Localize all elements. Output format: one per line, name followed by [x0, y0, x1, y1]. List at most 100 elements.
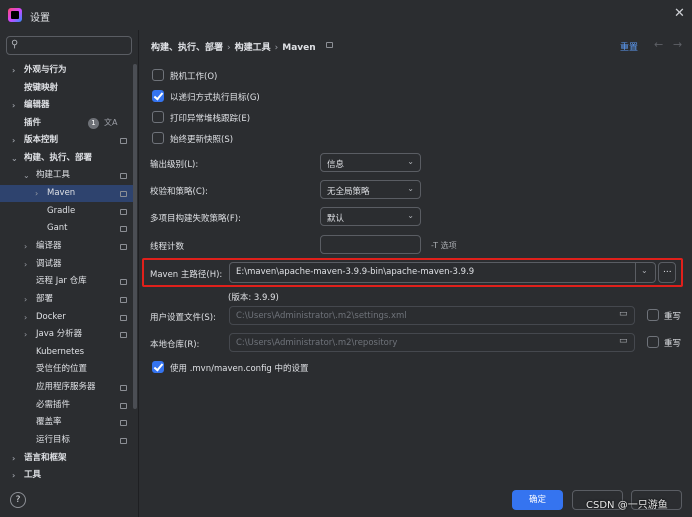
chevron-right-icon[interactable]: › — [24, 238, 27, 255]
breadcrumb-separator: › — [227, 43, 231, 53]
breadcrumb-build-tools[interactable]: 构建工具 — [235, 43, 271, 53]
sidebar-item-16[interactable]: Kubernetes — [0, 344, 137, 361]
sidebar-item-18[interactable]: 应用程序服务器 — [0, 379, 137, 396]
project-scope-icon — [120, 226, 127, 232]
sidebar-item-8[interactable]: Gradle — [0, 203, 137, 220]
sidebar-item-label: 插件 — [24, 118, 42, 128]
output-level-select[interactable]: 信息 ⌄ — [320, 153, 421, 172]
threads-input[interactable] — [320, 235, 421, 254]
project-scope-icon — [120, 138, 127, 144]
folder-icon[interactable]: ▭ — [619, 336, 628, 346]
close-icon[interactable]: ✕ — [674, 6, 685, 21]
user-settings-label: 用户设置文件(S): — [150, 313, 216, 323]
override-settings-label: 重写 — [664, 312, 682, 322]
sidebar-item-label: Docker — [36, 312, 66, 322]
sidebar-item-label: 必需插件 — [36, 400, 71, 410]
always-update-label: 始终更新快照(S) — [170, 135, 234, 145]
project-scope-icon — [120, 297, 127, 303]
sidebar-item-21[interactable]: 运行目标 — [0, 432, 137, 449]
sidebar-item-12[interactable]: 远程 Jar 仓库 — [0, 273, 137, 290]
sidebar-item-6[interactable]: ⌄ 构建工具 — [0, 167, 137, 184]
chevron-right-icon[interactable]: › — [12, 132, 15, 149]
sidebar-item-label: Gant — [47, 223, 68, 233]
sidebar-item-label: 外观与行为 — [24, 65, 67, 75]
chevron-down-icon: ⌄ — [407, 211, 414, 220]
sidebar-item-label: 部署 — [36, 294, 54, 304]
project-scope-icon — [120, 209, 127, 215]
sidebar-item-label: 调试器 — [36, 259, 62, 269]
checksum-value: 无全局策略 — [327, 187, 370, 197]
search-icon: ⚲ — [11, 39, 19, 50]
sidebar-item-17[interactable]: 受信任的位置 — [0, 361, 137, 378]
chevron-right-icon[interactable]: › — [12, 62, 15, 79]
sidebar-item-4[interactable]: › 版本控制 — [0, 132, 137, 149]
use-mvn-config-checkbox[interactable] — [152, 361, 164, 373]
project-scope-icon — [326, 42, 333, 48]
chevron-right-icon[interactable]: › — [24, 309, 27, 326]
reset-link[interactable]: 重置 — [620, 40, 638, 53]
chevron-right-icon[interactable]: › — [12, 467, 15, 484]
use-mvn-config-label: 使用 .mvn/maven.config 中的设置 — [170, 364, 309, 374]
sidebar-item-23[interactable]: › 工具 — [0, 467, 137, 484]
sidebar-item-label: Maven — [47, 188, 76, 198]
sidebar-item-label: 覆盖率 — [36, 417, 62, 427]
sidebar-item-10[interactable]: › 编译器 — [0, 238, 137, 255]
sidebar-item-1[interactable]: 按键映射 — [0, 80, 137, 97]
user-settings-input[interactable]: C:\Users\Administrator\.m2\settings.xml — [229, 306, 635, 325]
project-scope-icon — [120, 385, 127, 391]
chevron-right-icon[interactable]: › — [24, 256, 27, 273]
chevron-right-icon[interactable]: › — [12, 97, 15, 114]
sidebar-item-5[interactable]: ⌄ 构建、执行、部署 — [0, 150, 137, 167]
chevron-down-icon[interactable]: ⌄ — [641, 266, 648, 275]
breadcrumb-build[interactable]: 构建、执行、部署 — [151, 43, 223, 53]
back-arrow-icon[interactable]: ← — [654, 38, 663, 51]
sidebar-item-22[interactable]: › 语言和框架 — [0, 450, 137, 467]
project-scope-icon — [120, 244, 127, 250]
forward-arrow-icon[interactable]: → — [673, 38, 682, 51]
sidebar-item-2[interactable]: › 编辑器 — [0, 97, 137, 114]
chevron-right-icon[interactable]: › — [12, 450, 15, 467]
checksum-select[interactable]: 无全局策略 ⌄ — [320, 180, 421, 199]
always-update-checkbox[interactable] — [152, 132, 164, 144]
recursive-label: 以递归方式执行目标(G) — [170, 93, 260, 103]
chevron-down-icon[interactable]: ⌄ — [11, 150, 18, 167]
sidebar-item-20[interactable]: 覆盖率 — [0, 414, 137, 431]
intellij-app-icon — [8, 8, 22, 22]
output-level-label: 输出级别(L): — [150, 160, 199, 170]
sidebar-item-14[interactable]: › Docker — [0, 309, 137, 326]
sidebar-item-7[interactable]: › Maven — [0, 185, 137, 202]
threads-label: 线程计数 — [150, 242, 185, 252]
folder-icon[interactable]: ▭ — [619, 309, 628, 319]
chevron-right-icon[interactable]: › — [24, 291, 27, 308]
sidebar-item-0[interactable]: › 外观与行为 — [0, 62, 137, 79]
local-repo-input[interactable]: C:\Users\Administrator\.m2\repository — [229, 333, 635, 352]
override-settings-checkbox[interactable] — [647, 309, 659, 321]
project-scope-icon — [120, 315, 127, 321]
sidebar-item-label: 编辑器 — [24, 100, 50, 110]
recursive-checkbox[interactable] — [152, 90, 164, 102]
sidebar-item-13[interactable]: › 部署 — [0, 291, 137, 308]
sidebar-item-15[interactable]: › Java 分析器 — [0, 326, 137, 343]
project-scope-icon — [120, 279, 127, 285]
chevron-right-icon[interactable]: › — [24, 326, 27, 343]
print-stack-checkbox[interactable] — [152, 111, 164, 123]
window-title: 设置 — [30, 13, 50, 24]
sidebar-item-label: 编译器 — [36, 241, 62, 251]
threads-hint: -T 选项 — [431, 241, 457, 250]
project-scope-icon — [120, 403, 127, 409]
sidebar-scrollbar[interactable] — [133, 64, 137, 409]
offline-checkbox[interactable] — [152, 69, 164, 81]
sidebar-item-19[interactable]: 必需插件 — [0, 397, 137, 414]
chevron-right-icon[interactable]: › — [35, 185, 38, 202]
ok-button[interactable]: 确定 — [512, 490, 563, 510]
plugins-update-badge: 1 — [88, 118, 99, 129]
sidebar-item-9[interactable]: Gant — [0, 220, 137, 237]
override-repo-checkbox[interactable] — [647, 336, 659, 348]
breadcrumb-separator: › — [274, 43, 279, 53]
sidebar-item-label: Gradle — [47, 206, 76, 216]
chevron-down-icon[interactable]: ⌄ — [23, 167, 30, 184]
sidebar-item-11[interactable]: › 调试器 — [0, 256, 137, 273]
help-button[interactable]: ? — [10, 492, 26, 508]
settings-search-input[interactable] — [6, 36, 132, 55]
failure-policy-select[interactable]: 默认 ⌄ — [320, 207, 421, 226]
